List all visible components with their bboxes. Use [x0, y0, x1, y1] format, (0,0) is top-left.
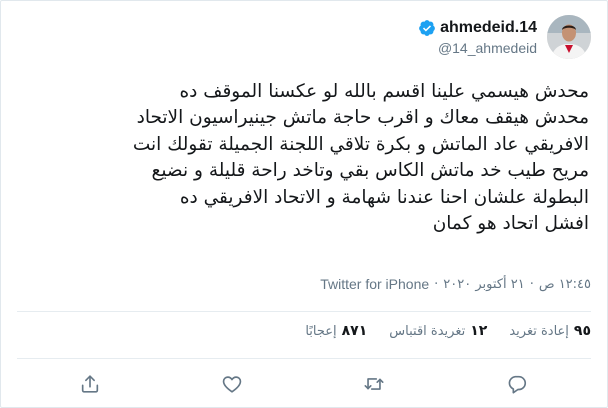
quotes-stat[interactable]: ١٢ تغريدة اقتباس: [389, 323, 487, 339]
tweet-header: ahmedeid.14 @14_ahmedeid: [418, 15, 591, 59]
like-button[interactable]: [221, 373, 243, 395]
avatar[interactable]: [547, 15, 591, 59]
quotes-label: تغريدة اقتباس: [389, 323, 466, 339]
name-row: ahmedeid.14: [418, 19, 537, 37]
tweet-actions: [1, 361, 608, 407]
retweets-label: إعادة تغريد: [509, 323, 569, 339]
display-name[interactable]: ahmedeid.14: [440, 19, 537, 37]
meta-separator: ·: [434, 276, 439, 292]
retweet-icon: [364, 378, 384, 390]
tweet-source[interactable]: Twitter for iPhone: [320, 276, 429, 292]
user-handle[interactable]: @14_ahmedeid: [438, 40, 537, 56]
user-names: ahmedeid.14 @14_ahmedeid: [418, 19, 537, 56]
tweet-text: محدش هيسمي علينا اقسم بالله لو عكسنا الم…: [132, 81, 589, 235]
retweet-button[interactable]: [363, 373, 385, 395]
share-icon: [81, 375, 99, 393]
divider: [17, 358, 591, 359]
retweets-count: ٩٥: [573, 323, 591, 339]
quotes-count: ١٢: [470, 323, 488, 339]
reply-button[interactable]: [506, 373, 528, 395]
like-icon: [222, 376, 242, 393]
tweet-card: ahmedeid.14 @14_ahmedeid محدش هيسمي علين…: [0, 0, 608, 408]
retweets-stat[interactable]: ٩٥ إعادة تغريد: [509, 323, 591, 339]
likes-label: إعجابًا: [305, 323, 337, 339]
verified-badge-icon: [419, 19, 435, 36]
tweet-date[interactable]: ٢١ أكتوبر ٢٠٢٠: [443, 277, 524, 292]
share-button[interactable]: [79, 373, 101, 395]
divider: [17, 311, 591, 312]
tweet-time[interactable]: ١٢:٤٥ ص: [539, 277, 591, 292]
meta-separator: ·: [529, 276, 534, 292]
tweet-stats: ٩٥ إعادة تغريد ١٢ تغريدة اقتباس ٨٧١ إعجا…: [283, 323, 591, 339]
likes-count: ٨٧١: [341, 323, 368, 339]
tweet-meta: Twitter for iPhone · ٢١ أكتوبر ٢٠٢٠ · ١٢…: [320, 276, 591, 292]
likes-stat[interactable]: ٨٧١ إعجابًا: [305, 323, 367, 339]
avatar-image: [547, 15, 591, 59]
reply-icon: [508, 375, 527, 394]
